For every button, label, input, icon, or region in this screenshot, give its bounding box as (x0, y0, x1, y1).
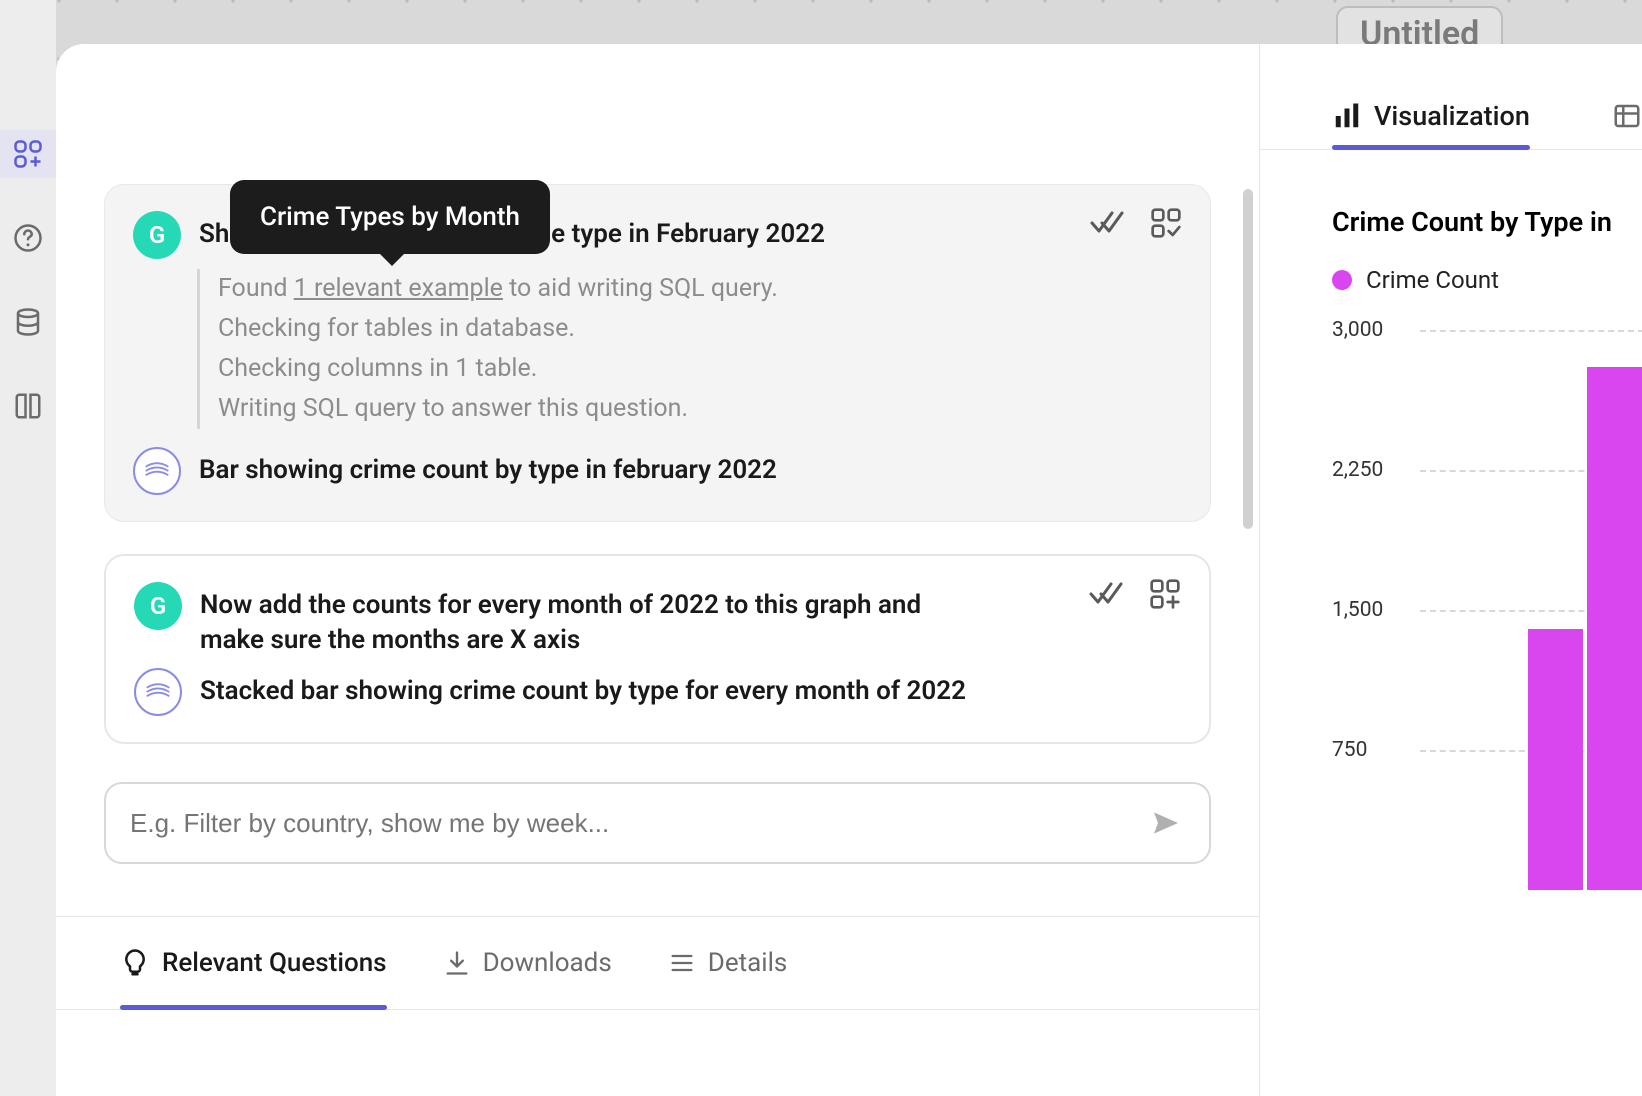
y-tick: 1,500 (1332, 598, 1383, 622)
double-check-icon (1089, 580, 1125, 608)
visualization-tabs: Visualization (1260, 44, 1642, 150)
bar-chart-icon (1332, 101, 1362, 131)
docs-icon (13, 391, 43, 421)
user-initial: G (149, 221, 165, 249)
chart-title: Crime Count by Type in (1332, 206, 1642, 238)
chart-area: Crime Count by Type in Crime Count 3,000… (1260, 150, 1642, 890)
grid-plus-icon (1149, 578, 1181, 610)
tab-details[interactable]: Details (668, 917, 788, 1009)
database-icon (13, 307, 43, 337)
user-avatar: G (134, 582, 182, 630)
relevant-example-link[interactable]: 1 relevant example (294, 274, 503, 303)
step-line: Found 1 relevant example to aid writing … (218, 269, 1182, 309)
ai-message-row: Bar showing crime count by type in febru… (133, 447, 1182, 495)
ai-logo-icon (141, 675, 175, 709)
tab-downloads[interactable]: Downloads (443, 917, 612, 1009)
bottom-tabs: Relevant Questions Downloads Details (56, 916, 1259, 1010)
step-line: Checking columns in 1 table. (218, 349, 1182, 389)
card-actions (1089, 576, 1183, 612)
ai-avatar (133, 447, 181, 495)
tab-visualization[interactable]: Visualization (1332, 82, 1530, 149)
tab-relevant-questions[interactable]: Relevant Questions (120, 917, 387, 1009)
query-input[interactable] (130, 808, 1147, 839)
legend-dot (1332, 270, 1352, 290)
tooltip: Crime Types by Month (230, 180, 550, 254)
y-tick: 3,000 (1332, 318, 1383, 342)
user-avatar: G (133, 211, 181, 259)
double-check-icon (1090, 209, 1126, 237)
verify-button[interactable] (1090, 205, 1126, 241)
y-tick: 2,250 (1332, 458, 1383, 482)
add-to-dashboard-button[interactable] (1147, 576, 1183, 612)
send-icon (1150, 807, 1182, 839)
reasoning-steps: Found 1 relevant example to aid writing … (197, 269, 1182, 429)
lightbulb-icon (120, 948, 150, 978)
verify-button[interactable] (1089, 576, 1125, 612)
sidebar-item-apps[interactable] (0, 130, 56, 178)
tab-table[interactable] (1612, 82, 1642, 149)
query-input-container (104, 782, 1211, 864)
step-line: Writing SQL query to answer this questio… (218, 389, 1182, 429)
table-icon (1612, 101, 1642, 131)
sidebar (0, 0, 56, 1096)
tab-label: Visualization (1374, 100, 1530, 132)
legend-label: Crime Count (1366, 266, 1499, 294)
ai-message: Bar showing crime count by type in febru… (199, 447, 777, 488)
tooltip-text: Crime Types by Month (260, 202, 520, 232)
sidebar-item-database[interactable] (0, 298, 56, 346)
tab-label: Relevant Questions (162, 948, 387, 978)
user-message-row: G Now add the counts for every month of … (134, 582, 1181, 658)
chart-bar (1528, 629, 1583, 890)
y-tick: 750 (1332, 738, 1367, 762)
ai-avatar (134, 668, 182, 716)
user-message: Now add the counts for every month of 20… (200, 582, 980, 658)
add-to-dashboard-button[interactable] (1148, 205, 1184, 241)
sidebar-item-docs[interactable] (0, 382, 56, 430)
chart-bar (1587, 367, 1642, 890)
chat-scroll-area: G Shxxxxxxxxxxxxxxxxxxxx crime type in F… (56, 184, 1259, 776)
step-line: Checking for tables in database. (218, 309, 1182, 349)
chart-plot: 3,000 2,250 1,500 750 (1332, 330, 1642, 890)
conversation-card: G Now add the counts for every month of … (104, 554, 1211, 744)
send-button[interactable] (1147, 804, 1185, 842)
ai-message-row: Stacked bar showing crime count by type … (134, 668, 1181, 716)
chart-legend: Crime Count (1332, 266, 1642, 294)
grid-check-icon (1150, 207, 1182, 239)
ai-message: Stacked bar showing crime count by type … (200, 668, 966, 709)
gridline (1420, 330, 1642, 332)
list-icon (668, 949, 696, 977)
ai-logo-icon (140, 454, 174, 488)
tab-label: Downloads (483, 948, 612, 978)
card-actions (1090, 205, 1184, 241)
user-initial: G (150, 592, 166, 620)
visualization-column: Visualization Crime Count by Type in Cri… (1260, 44, 1642, 1096)
apps-icon (13, 139, 43, 169)
tab-label: Details (708, 948, 788, 978)
help-icon (13, 223, 43, 253)
download-icon (443, 949, 471, 977)
sidebar-item-help[interactable] (0, 214, 56, 262)
